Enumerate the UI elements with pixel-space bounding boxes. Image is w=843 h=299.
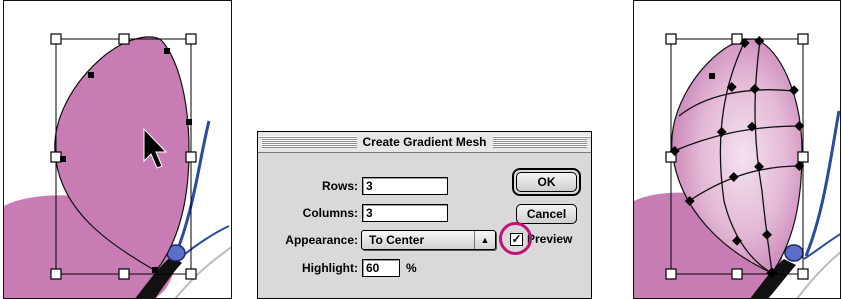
highlight-label: Highlight:: [302, 261, 358, 275]
dialog-titlebar[interactable]: Create Gradient Mesh: [258, 132, 591, 153]
appearance-value: To Center: [369, 233, 425, 247]
columns-label: Columns:: [302, 206, 358, 220]
cancel-button[interactable]: Cancel: [516, 204, 577, 224]
artwork-before-panel: [3, 0, 232, 299]
artwork-after-panel: [633, 0, 841, 299]
butterfly-mesh-artwork: [634, 33, 840, 298]
highlight-input[interactable]: 60: [362, 259, 400, 277]
columns-input[interactable]: 3: [362, 204, 448, 222]
highlight-unit: %: [406, 261, 417, 275]
preview-annotation-circle: [499, 222, 532, 255]
up-down-arrows-icon: ▲: [474, 231, 495, 249]
rows-label: Rows:: [322, 179, 358, 193]
dialog-title: Create Gradient Mesh: [356, 134, 493, 150]
antenna: [804, 110, 840, 257]
rows-input[interactable]: 3: [362, 177, 448, 195]
ok-button[interactable]: OK: [516, 172, 577, 192]
appearance-select[interactable]: To Center ▲: [361, 230, 496, 250]
create-gradient-mesh-dialog: Create Gradient Mesh Rows: 3 Columns: 3 …: [257, 131, 592, 299]
preview-label[interactable]: Preview: [527, 231, 572, 247]
butterfly-artwork: [4, 33, 231, 298]
appearance-label: Appearance:: [285, 233, 358, 247]
